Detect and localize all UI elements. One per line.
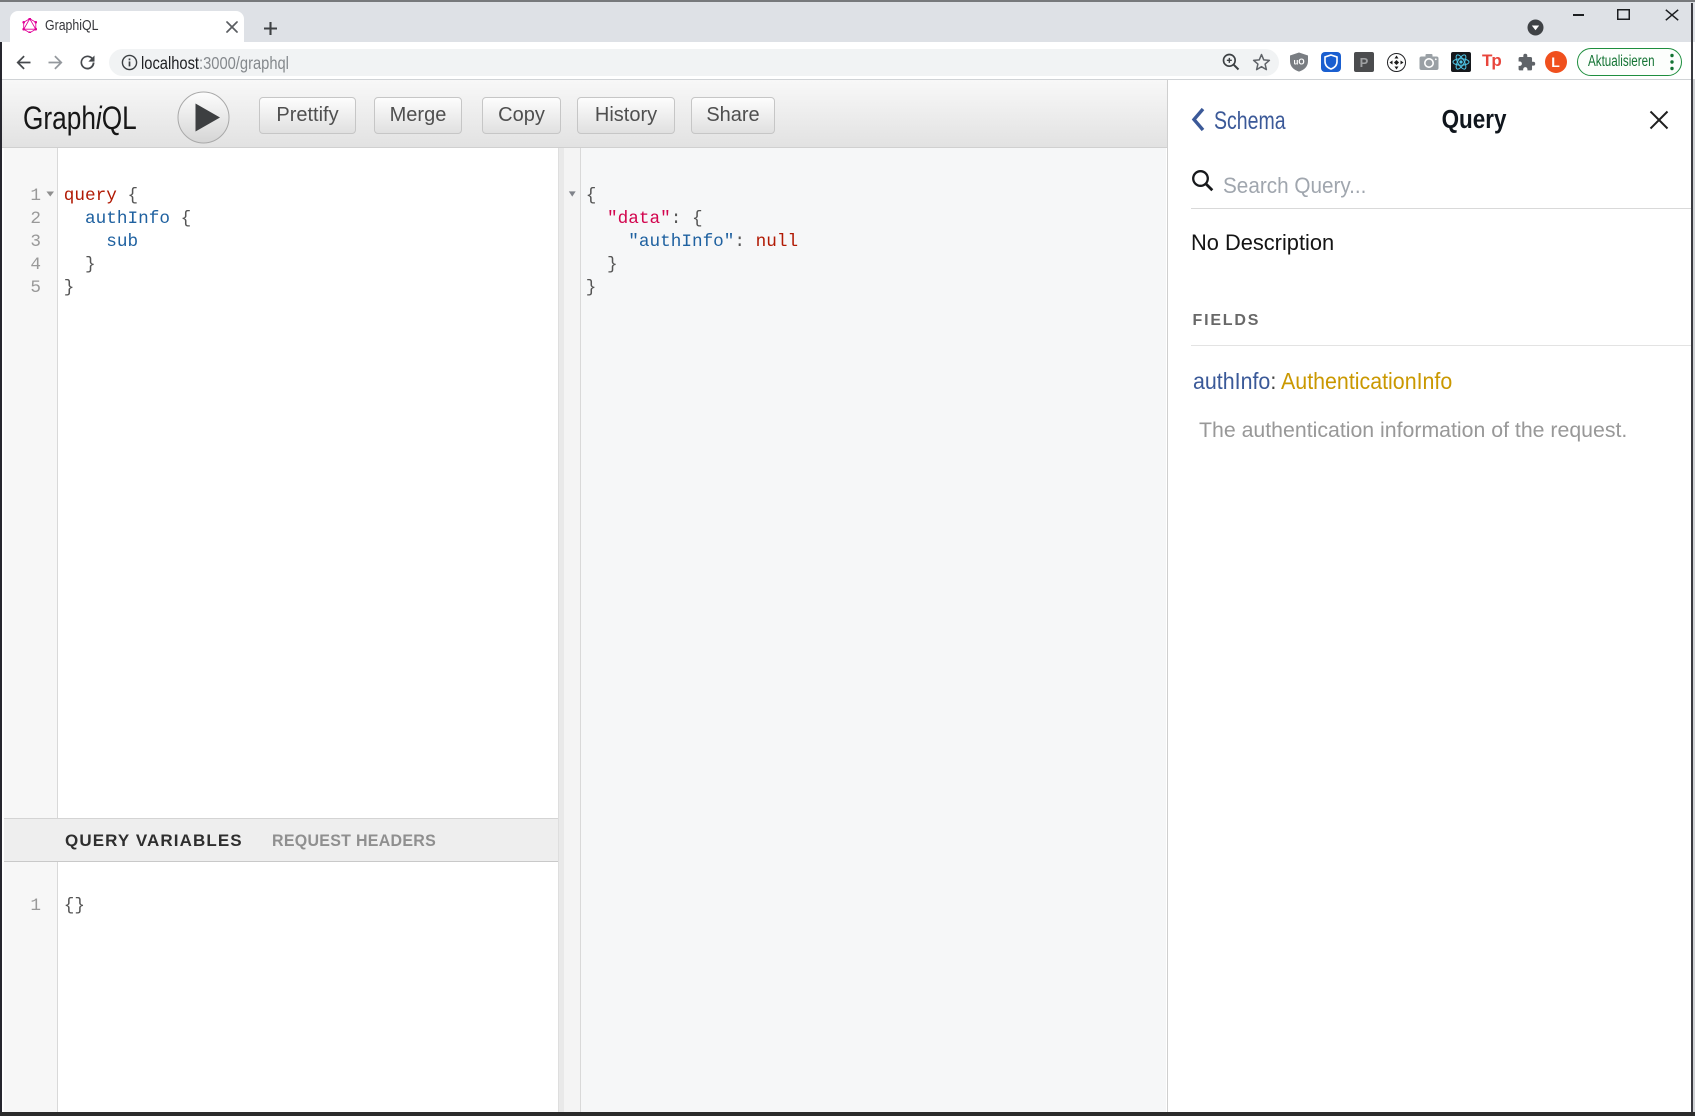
svg-text:uO: uO — [1293, 58, 1304, 67]
svg-text:P: P — [1360, 55, 1369, 70]
